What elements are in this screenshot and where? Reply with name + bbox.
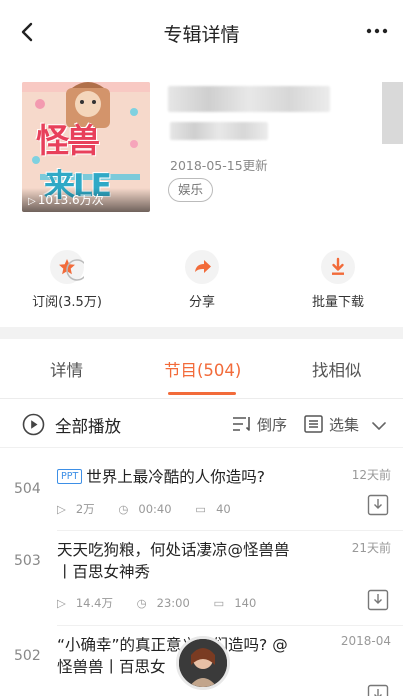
clock-icon: ◷: [136, 596, 147, 610]
mini-player-thumbnail: [179, 639, 227, 687]
side-thumbnail: [382, 82, 403, 144]
chevron-down-icon[interactable]: [371, 417, 387, 436]
select-episodes-button[interactable]: 选集: [329, 414, 359, 435]
episode-number: 504: [14, 481, 41, 497]
play-all-bar: 全部播放 倒序 选集: [0, 400, 403, 448]
subscribe-label: 订阅(3.5万): [32, 295, 102, 310]
episode-meta: ▷ 2万 ◷ 00:40 ▭ 40: [57, 501, 251, 517]
clock-icon: ◷: [118, 502, 129, 516]
batch-download-button[interactable]: 批量下载: [298, 250, 378, 310]
batch-download-label: 批量下载: [311, 295, 364, 310]
episode-meta: ▷ 14.4万 ◷ 23:00 ▭ 140: [57, 595, 276, 611]
episode-time: 21天前: [351, 541, 391, 555]
album-author-blurred: [170, 122, 268, 140]
reverse-order-button[interactable]: 倒序: [257, 414, 287, 435]
section-divider: [0, 327, 403, 339]
download-icon[interactable]: [367, 589, 389, 611]
plays-stat: ▷ 14.4万: [57, 596, 113, 610]
active-tab-indicator: [168, 392, 236, 395]
play-all-button[interactable]: 全部播放: [55, 413, 121, 437]
download-icon: [321, 250, 355, 284]
tab-details[interactable]: 详情: [50, 357, 83, 381]
comments-stat: ▭ 140: [213, 596, 257, 610]
cover-art-text-1: 怪兽: [36, 121, 100, 160]
album-title-blurred: [168, 86, 330, 112]
tab-similar[interactable]: 找相似: [312, 357, 362, 381]
plays-stat: ▷ 2万: [57, 502, 95, 516]
duration-stat: ◷ 23:00: [136, 596, 190, 610]
star-icon: [50, 250, 88, 284]
mini-player-button[interactable]: [176, 636, 230, 690]
play-triangle-icon: ▷: [28, 196, 36, 207]
cover-play-count: ▷ 1013.6万次: [28, 193, 104, 207]
subscribe-button[interactable]: 订阅(3.5万): [27, 250, 107, 310]
episode-title: “小确幸”的真正意义你们造吗? @怪兽兽丨百思女: [57, 636, 288, 676]
list-select-icon[interactable]: [304, 415, 323, 437]
episode-number: 503: [14, 553, 41, 569]
episode-number: 502: [14, 648, 41, 664]
comment-icon: ▭: [195, 502, 207, 516]
album-detail-screen: 专辑详情 怪兽 来LE ▷ 1013.6万次 2018-05-15更新 娱乐 订…: [0, 0, 403, 696]
download-icon[interactable]: [367, 494, 389, 516]
share-arrow-icon: [185, 250, 219, 284]
play-triangle-icon: ▷: [57, 502, 66, 516]
episode-time: 12天前: [351, 468, 391, 482]
tab-episodes[interactable]: 节目(504): [164, 357, 241, 381]
episode-title: 天天吃狗粮，何处话凄凉@怪兽兽丨百思女神秀: [57, 541, 290, 581]
list-item[interactable]: 503 天天吃狗粮，何处话凄凉@怪兽兽丨百思女神秀 21天前 ▷ 14.4万 ◷ 2…: [0, 531, 403, 625]
share-label: 分享: [188, 295, 215, 310]
share-button[interactable]: 分享: [162, 250, 242, 310]
play-circle-icon[interactable]: [22, 413, 45, 440]
update-date: 2018-05-15更新: [170, 158, 268, 173]
duration-stat: ◷ 00:40: [118, 502, 172, 516]
comment-icon: ▭: [213, 596, 225, 610]
ppt-badge: PPT: [57, 469, 83, 484]
page-title: 专辑详情: [163, 24, 240, 46]
top-bar: 专辑详情: [0, 0, 403, 64]
episode-time: 2018-04: [340, 634, 391, 648]
list-item[interactable]: 504 PPT 世界上最冷酷的人你造吗? 12天前 ▷ 2万 ◷ 00:40 ▭ 40: [0, 454, 403, 530]
download-icon[interactable]: [367, 684, 389, 696]
episode-title: PPT 世界上最冷酷的人你造吗?: [57, 466, 293, 488]
comments-stat: ▭ 40: [195, 502, 231, 516]
sort-icon[interactable]: [232, 415, 252, 437]
play-triangle-icon: ▷: [57, 596, 66, 610]
category-tag[interactable]: 娱乐: [168, 178, 214, 202]
album-cover[interactable]: 怪兽 来LE ▷ 1013.6万次: [22, 82, 150, 212]
more-options-icon[interactable]: [363, 20, 391, 42]
